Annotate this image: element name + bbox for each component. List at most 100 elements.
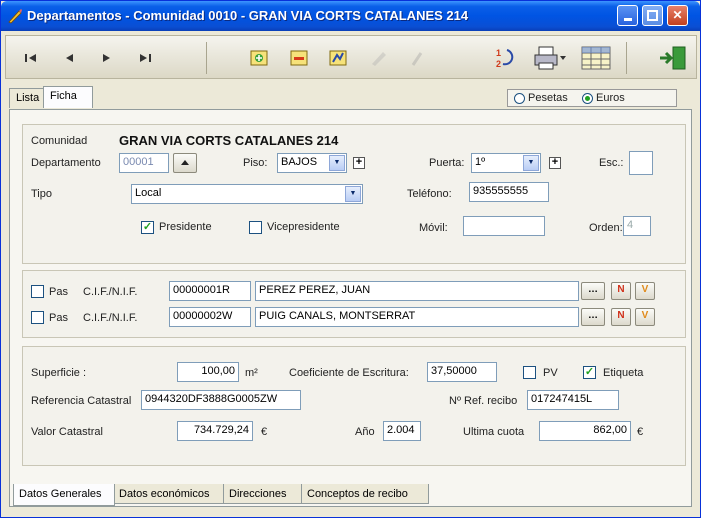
disabled-tool-button[interactable] <box>402 44 432 72</box>
radio-euros[interactable] <box>582 93 593 104</box>
coeficiente-label: Coeficiente de Escritura: <box>289 367 409 379</box>
pv-checkbox[interactable] <box>523 366 536 379</box>
movil-label: Móvil: <box>419 222 448 234</box>
puerta-add-button[interactable]: + <box>549 157 561 169</box>
grid-view-button[interactable] <box>578 44 614 72</box>
tab-datos-economicos-label: Datos económicos <box>119 488 210 500</box>
referencia-catastral-field[interactable]: 0944320DF3888G0005ZW <box>141 390 301 410</box>
valor-catastral-unit: € <box>261 426 268 438</box>
last-record-button[interactable] <box>130 44 160 72</box>
comunidad-label: Comunidad <box>31 135 88 147</box>
valor-catastral-label: Valor Catastral <box>31 426 103 438</box>
grid-icon <box>581 46 611 70</box>
valor-catastral-field[interactable]: 734.729,24 <box>177 421 253 441</box>
radio-pesetas-label: Pesetas <box>528 92 568 104</box>
spin-up-icon <box>181 160 189 165</box>
superficie-field[interactable]: 100,00 <box>177 362 239 382</box>
tab-datos-economicos[interactable]: Datos económicos <box>113 484 225 504</box>
owner-nif-button[interactable]: N <box>611 308 631 326</box>
maximize-button[interactable] <box>642 5 663 26</box>
pencil-icon <box>372 52 386 66</box>
orden-field[interactable]: 4 <box>623 216 651 236</box>
edit-pencil-button[interactable] <box>364 44 394 72</box>
title-bar[interactable]: Departamentos - Comunidad 0010 - GRAN VI… <box>1 1 700 31</box>
owner-verify-button[interactable]: V <box>635 308 655 326</box>
esc-field[interactable] <box>629 151 653 175</box>
currency-selector: Pesetas Euros <box>507 89 677 107</box>
edit-record-button[interactable] <box>284 44 314 72</box>
owner-cif-field[interactable]: 00000001R <box>169 281 251 301</box>
owners-group: Pas C.I.F./N.I.F. 00000001R PEREZ PEREZ,… <box>22 270 686 338</box>
toolbar-separator <box>206 42 207 74</box>
tab-lista-label: Lista <box>16 92 40 104</box>
svg-text:2: 2 <box>496 59 501 69</box>
department-header-group: Comunidad GRAN VIA CORTS CATALANES 214 D… <box>22 124 686 264</box>
tab-conceptos-recibo[interactable]: Conceptos de recibo <box>301 484 429 504</box>
tipo-select[interactable]: Local ▼ <box>131 184 363 204</box>
next-record-button[interactable] <box>92 44 122 72</box>
exit-button[interactable] <box>654 44 690 72</box>
movil-field[interactable] <box>463 216 545 236</box>
owner-cif-field[interactable]: 00000002W <box>169 307 251 327</box>
print-button[interactable] <box>530 44 570 72</box>
piso-value: BAJOS <box>281 156 318 168</box>
details-group: Superficie : 100,00 m² Coeficiente de Es… <box>22 346 686 466</box>
departamento-field[interactable]: 00001 <box>119 153 169 173</box>
orden-label: Orden: <box>589 222 623 234</box>
sort-button[interactable]: 1 2 <box>490 44 520 72</box>
presidente-label: Presidente <box>159 221 212 233</box>
telefono-field[interactable]: 935555555 <box>469 182 549 202</box>
owner-more-button[interactable]: … <box>581 282 605 300</box>
window-title: Departamentos - Comunidad 0010 - GRAN VI… <box>27 8 469 23</box>
owner-pas-checkbox[interactable] <box>31 285 44 298</box>
departamento-spin-button[interactable] <box>173 153 197 173</box>
first-record-icon <box>25 54 36 62</box>
ultima-cuota-field[interactable]: 862,00 <box>539 421 631 441</box>
previous-record-button[interactable] <box>54 44 84 72</box>
ficha-panel: Comunidad GRAN VIA CORTS CATALANES 214 D… <box>9 109 692 507</box>
tab-direcciones[interactable]: Direcciones <box>223 484 303 504</box>
vicepresidente-label: Vicepresidente <box>267 221 340 233</box>
owner-pas-checkbox[interactable] <box>31 311 44 324</box>
radio-pesetas[interactable] <box>514 93 525 104</box>
search-record-button[interactable] <box>324 44 354 72</box>
comunidad-value: GRAN VIA CORTS CATALANES 214 <box>119 133 339 148</box>
tab-conceptos-recibo-label: Conceptos de recibo <box>307 488 408 500</box>
tipo-value: Local <box>135 187 162 199</box>
piso-add-button[interactable]: + <box>353 157 365 169</box>
radio-euros-label: Euros <box>596 92 625 104</box>
toolbar-separator <box>626 42 627 74</box>
close-button[interactable]: ✕ <box>667 5 688 26</box>
piso-select[interactable]: BAJOS ▼ <box>277 153 347 173</box>
etiqueta-checkbox[interactable]: ✓ <box>583 366 596 379</box>
owner-name-field[interactable]: PUIG CANALS, MONTSERRAT <box>255 307 579 327</box>
owner-pas-label: Pas <box>49 286 68 298</box>
ref-recibo-field[interactable]: 017247415L <box>527 390 619 410</box>
chevron-down-icon: ▼ <box>329 155 345 171</box>
first-record-button[interactable] <box>16 44 46 72</box>
presidente-checkbox[interactable]: ✓ <box>141 221 154 234</box>
anio-field[interactable]: 2.004 <box>383 421 421 441</box>
puerta-value: 1º <box>475 156 486 168</box>
tipo-label: Tipo <box>31 188 52 200</box>
tab-datos-generales[interactable]: Datos Generales <box>13 484 115 506</box>
tab-lista[interactable]: Lista <box>9 88 45 108</box>
superficie-label: Superficie : <box>31 367 87 379</box>
owner-name-field[interactable]: PEREZ PEREZ, JUAN <box>255 281 579 301</box>
puerta-select[interactable]: 1º ▼ <box>471 153 541 173</box>
departamentos-window: Departamentos - Comunidad 0010 - GRAN VI… <box>0 0 701 518</box>
coeficiente-field[interactable]: 37,50000 <box>427 362 497 382</box>
svg-text:1: 1 <box>496 48 501 58</box>
chevron-down-icon: ▼ <box>523 155 539 171</box>
owner-verify-button[interactable]: V <box>635 282 655 300</box>
vicepresidente-checkbox[interactable] <box>249 221 262 234</box>
owner-more-button[interactable]: … <box>581 308 605 326</box>
new-record-button[interactable] <box>244 44 274 72</box>
minimize-button[interactable] <box>617 5 638 26</box>
tab-ficha[interactable]: Ficha <box>43 86 93 108</box>
chevron-down-icon: ▼ <box>345 186 361 202</box>
owner-nif-button[interactable]: N <box>611 282 631 300</box>
maximize-icon <box>647 10 658 21</box>
piso-label: Piso: <box>243 157 268 169</box>
search-record-icon <box>329 50 347 66</box>
